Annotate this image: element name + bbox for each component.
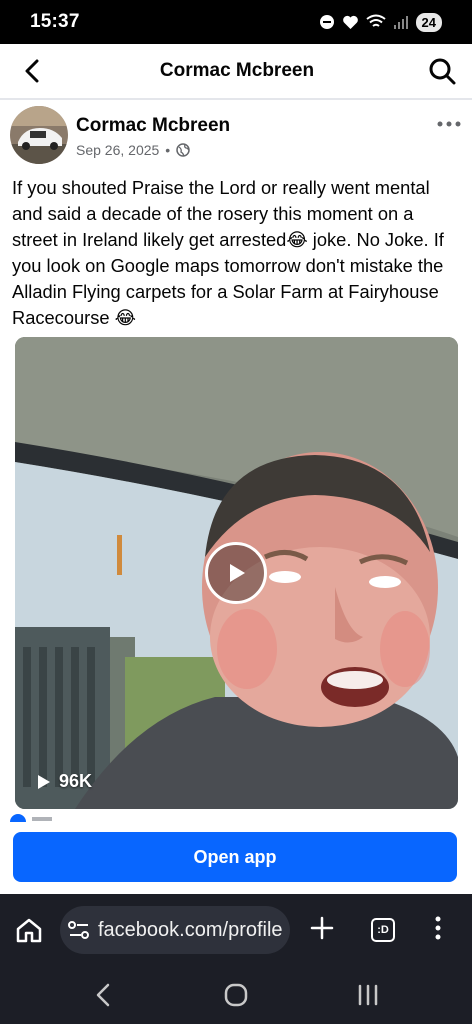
do-not-disturb-icon [319, 15, 334, 29]
play-icon [230, 564, 245, 582]
status-bar: 15:37 24 [0, 0, 472, 44]
browser-menu-button[interactable] [434, 914, 442, 947]
play-button[interactable] [205, 542, 267, 604]
plus-icon [310, 916, 334, 940]
signal-icon [393, 16, 408, 29]
video-player[interactable]: 96K [15, 337, 458, 809]
view-count-text: 96K [59, 771, 93, 791]
post-header: Cormac Mcbreen Sep 26, 2025 • [10, 106, 466, 168]
view-count: 96K [37, 771, 92, 792]
author-block: Cormac Mcbreen Sep 26, 2025 • [76, 115, 230, 158]
status-icons: 24 [319, 12, 442, 32]
heart-icon [342, 15, 358, 29]
wifi-icon [365, 14, 386, 27]
post-text: If you shouted Praise the Lord or really… [12, 177, 444, 328]
back-button[interactable] [16, 55, 48, 87]
search-icon [429, 58, 456, 85]
avatar[interactable] [10, 106, 68, 164]
top-app-bar: Cormac Mcbreen [0, 44, 472, 100]
battery-badge: 24 [415, 12, 442, 32]
more-vertical-icon [435, 916, 441, 940]
author-name[interactable]: Cormac Mcbreen [76, 115, 230, 137]
meta-separator: • [165, 142, 171, 158]
nav-home-icon [224, 983, 248, 1007]
browser-home-button[interactable] [15, 916, 43, 949]
open-app-button[interactable]: Open app [13, 832, 457, 882]
nav-back-button[interactable] [94, 982, 112, 1013]
post-date[interactable]: Sep 26, 2025 [76, 142, 159, 158]
url-bar[interactable]: facebook.com/profile [60, 906, 290, 954]
nav-recents-icon [358, 984, 378, 1006]
url-text: facebook.com/profile [98, 918, 283, 941]
browser-toolbar: facebook.com/profile :D [0, 894, 472, 966]
nav-home-button[interactable] [224, 983, 248, 1012]
status-time: 15:37 [30, 11, 80, 32]
new-tab-button[interactable] [308, 914, 336, 947]
site-settings-icon [68, 921, 89, 939]
nav-recents-button[interactable] [356, 984, 380, 1011]
like-reaction-icon [10, 814, 52, 822]
home-icon [16, 918, 42, 943]
back-arrow-icon [25, 59, 39, 83]
page-title: Cormac Mcbreen [159, 60, 315, 81]
nav-back-icon [96, 983, 110, 1007]
tab-switcher-button[interactable]: :D [371, 918, 395, 942]
system-nav-bar [0, 966, 472, 1024]
search-button[interactable] [426, 55, 458, 87]
open-app-banner: Open app [0, 822, 472, 894]
globe-icon [176, 143, 190, 157]
more-horizontal-icon [437, 121, 461, 127]
reaction-peek [10, 814, 70, 822]
more-options-button[interactable] [434, 112, 464, 136]
post-meta: Sep 26, 2025 • [76, 142, 230, 158]
play-small-icon [38, 774, 50, 789]
